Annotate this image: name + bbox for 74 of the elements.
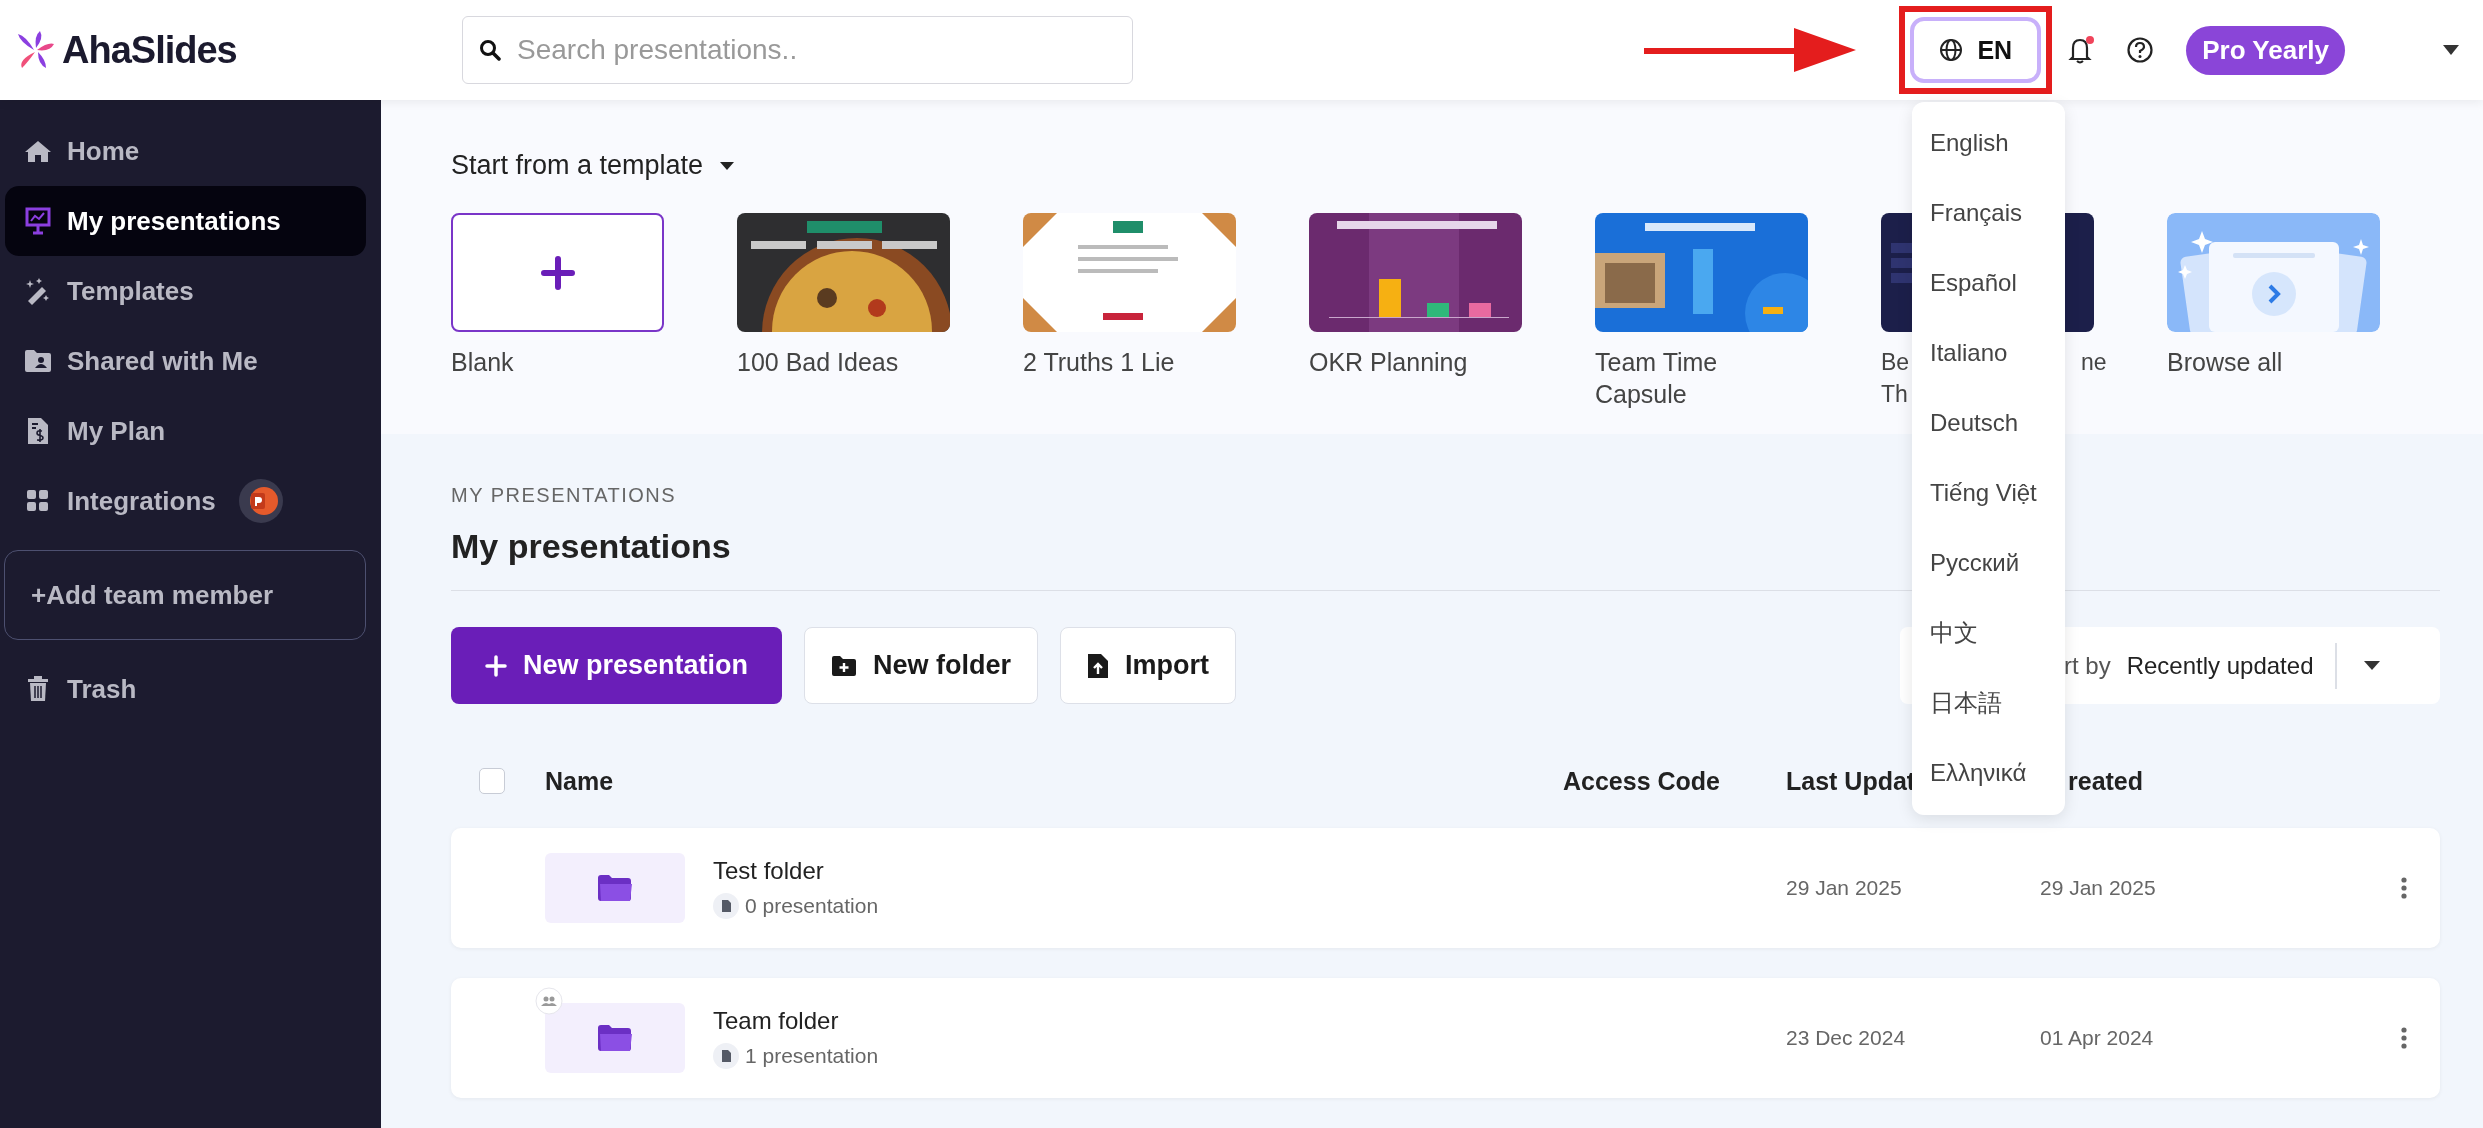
language-option[interactable]: Tiếng Việt bbox=[1912, 458, 2065, 528]
column-header[interactable]: Name bbox=[545, 766, 1563, 796]
grid-icon bbox=[26, 489, 50, 513]
language-option[interactable]: Русский bbox=[1912, 528, 2065, 598]
presentation-count: 1 presentation bbox=[745, 1044, 879, 1068]
template-name: OKR Planning bbox=[1309, 347, 1469, 378]
bell-icon[interactable] bbox=[2066, 35, 2097, 65]
table-cell-text: 29 Jan 2025 bbox=[1786, 876, 1903, 900]
caret-icon[interactable] bbox=[2441, 44, 2461, 56]
blank-template-card[interactable] bbox=[451, 213, 664, 332]
plus-icon bbox=[540, 255, 575, 290]
file-upload-icon bbox=[1087, 652, 1110, 679]
folder-name[interactable]: Team folder bbox=[713, 1007, 879, 1035]
caret-icon[interactable] bbox=[719, 160, 736, 171]
more-options-icon[interactable] bbox=[2400, 1026, 2408, 1050]
sidebar-item[interactable]: Shared with Me bbox=[5, 326, 366, 396]
column-header[interactable]: Access Code bbox=[1563, 766, 1786, 796]
search-icon bbox=[479, 39, 501, 61]
table-cell-text: 01 Apr 2024 bbox=[2040, 1026, 2155, 1050]
plus-icon bbox=[485, 654, 507, 677]
template-name: Be bbox=[1881, 348, 1910, 377]
language-option[interactable]: Français bbox=[1912, 178, 2065, 248]
trash-icon bbox=[27, 676, 49, 702]
logo-icon bbox=[16, 30, 56, 70]
caret-icon bbox=[2363, 660, 2381, 671]
globe-icon bbox=[1939, 38, 1964, 62]
select-all-checkbox[interactable] bbox=[479, 768, 505, 794]
sidebar-item[interactable]: My presentations bbox=[5, 186, 366, 256]
template-name: 100 Bad Ideas bbox=[737, 347, 900, 378]
shared-folder-icon bbox=[24, 349, 52, 373]
more-options-icon[interactable] bbox=[2400, 876, 2408, 900]
new-presentation-button[interactable]: New presentation bbox=[451, 627, 783, 704]
language-option[interactable]: Italiano bbox=[1912, 318, 2065, 388]
language-option[interactable]: English bbox=[1912, 108, 2065, 178]
powerpoint-icon bbox=[237, 478, 284, 524]
template-name: Browse all bbox=[2167, 347, 2284, 378]
section-title: Start from a template bbox=[451, 150, 704, 181]
folder-name[interactable]: Test folder bbox=[713, 857, 879, 885]
folder-row[interactable]: Team folder 1 presentation 23 Dec 2024 01 Apr 2024 bbox=[451, 978, 2440, 1098]
search-field[interactable]: Search presentations.. bbox=[462, 16, 1133, 84]
import-button[interactable]: Import bbox=[1060, 627, 1237, 704]
template-name: Team Time Capsule bbox=[1595, 347, 1719, 410]
document-icon bbox=[713, 893, 739, 919]
template-name: 2 Truths 1 Lie bbox=[1023, 347, 1176, 378]
plan-badge[interactable]: Pro Yearly bbox=[2186, 25, 2345, 75]
folder-icon bbox=[597, 1024, 633, 1052]
logo-text: AhaSlides bbox=[62, 28, 237, 72]
language-option[interactable]: Deutsch bbox=[1912, 388, 2065, 458]
template-name: Blank bbox=[451, 347, 515, 378]
document-icon bbox=[713, 1043, 739, 1069]
presentation-count: 0 presentation bbox=[745, 894, 879, 918]
folder-plus-icon bbox=[831, 654, 858, 677]
home-icon bbox=[24, 139, 52, 163]
help-icon[interactable] bbox=[2126, 36, 2155, 64]
section-overline: MY PRESENTATIONS bbox=[451, 484, 677, 506]
sidebar-item[interactable]: Trash bbox=[5, 654, 366, 724]
folder-row[interactable]: Test folder 0 presentation 29 Jan 2025 29 Jan 2025 bbox=[451, 828, 2440, 948]
add-team-member-button[interactable]: +Add team member bbox=[4, 550, 366, 640]
invoice-icon bbox=[27, 417, 49, 445]
table-cell-text: 23 Dec 2024 bbox=[1786, 1026, 1907, 1050]
sidebar-item[interactable]: Home bbox=[5, 116, 366, 186]
presentation-icon bbox=[25, 207, 51, 235]
new-folder-button[interactable]: New folder bbox=[804, 627, 1039, 704]
sidebar-item[interactable]: My Plan bbox=[5, 396, 366, 466]
template-name: ne bbox=[2081, 348, 2107, 377]
language-option[interactable]: Español bbox=[1912, 248, 2065, 318]
language-button[interactable]: EN bbox=[1910, 17, 2042, 83]
page-heading: My presentations bbox=[451, 527, 731, 566]
sidebar-item[interactable]: Templates bbox=[5, 256, 366, 326]
language-option[interactable]: Ελληνικά bbox=[1912, 738, 2065, 808]
template-name: Th bbox=[1881, 380, 1908, 409]
table-cell-text: 29 Jan 2025 bbox=[2040, 876, 2157, 900]
folder-icon bbox=[597, 874, 633, 902]
sidebar-item[interactable]: Integrations bbox=[5, 466, 366, 536]
